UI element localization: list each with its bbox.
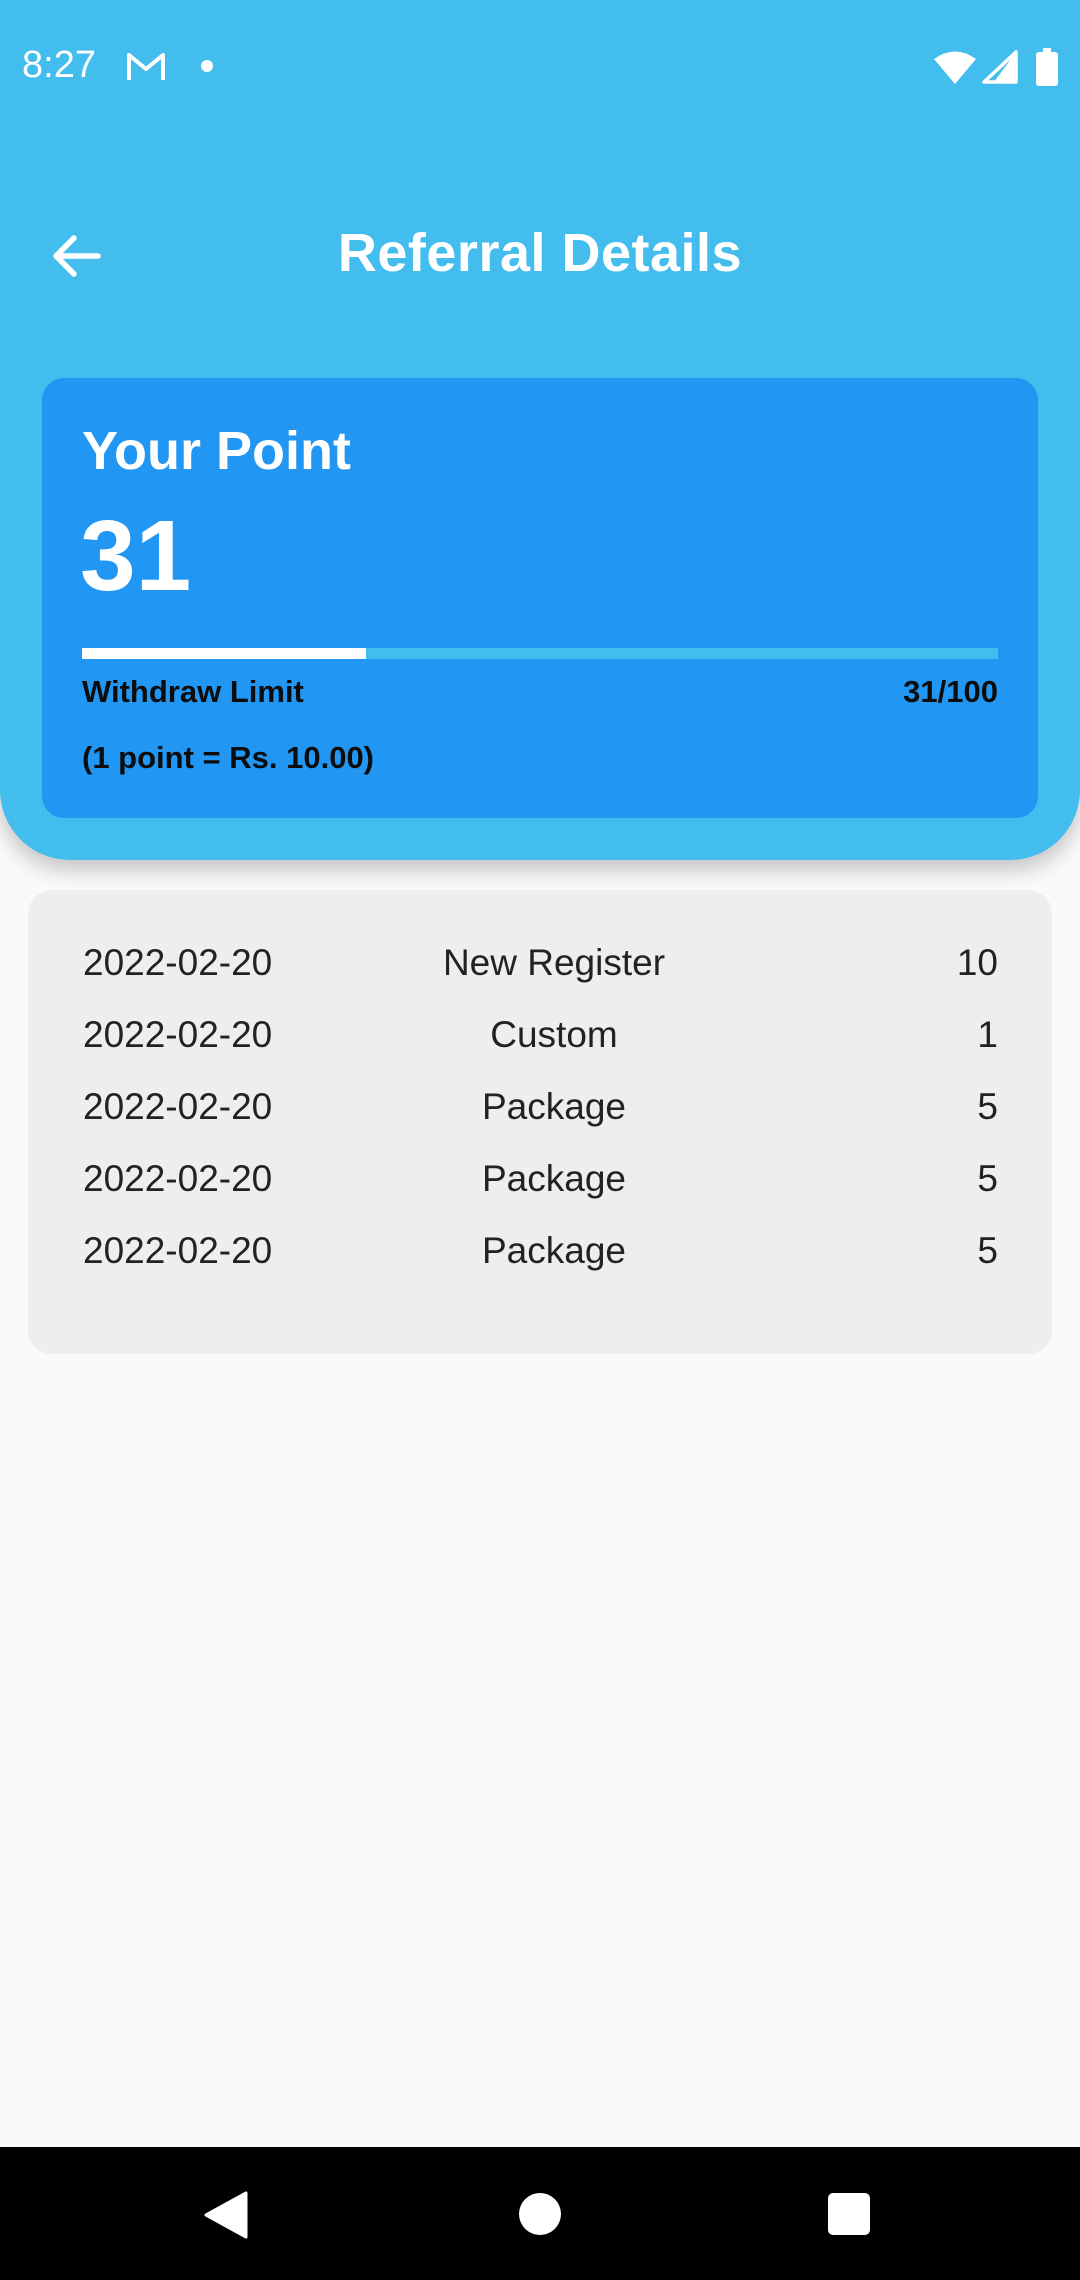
status-time: 8:27 bbox=[22, 44, 96, 86]
point-rate-note: (1 point = Rs. 10.00) bbox=[82, 740, 375, 775]
withdraw-limit-label: Withdraw Limit bbox=[82, 674, 304, 709]
history-date: 2022-02-20 bbox=[83, 942, 273, 983]
history-points: 10 bbox=[956, 942, 998, 983]
history-date: 2022-02-20 bbox=[83, 1158, 273, 1199]
back-triangle-icon[interactable] bbox=[204, 2191, 248, 2239]
history-type: Package bbox=[482, 1086, 626, 1127]
withdraw-limit-count: 31/100 bbox=[903, 674, 998, 709]
header-panel: 8:27 Referral Details Your Point 31 With… bbox=[0, 0, 1080, 860]
history-points: 5 bbox=[977, 1086, 998, 1127]
gmail-icon bbox=[127, 53, 165, 80]
system-nav-bar bbox=[0, 2147, 1080, 2280]
signal-icon bbox=[982, 50, 1018, 84]
point-heading: Your Point bbox=[82, 421, 351, 481]
recents-square-icon[interactable] bbox=[828, 2193, 870, 2235]
history-row: 2022-02-20 Package 5 bbox=[28, 1230, 1052, 1290]
wifi-icon bbox=[934, 51, 976, 84]
history-row: 2022-02-20 Package 5 bbox=[28, 1158, 1052, 1218]
history-points: 5 bbox=[977, 1158, 998, 1199]
referral-history-list: 2022-02-20 New Register 10 2022-02-20 Cu… bbox=[28, 890, 1052, 1354]
history-type: Custom bbox=[490, 1014, 618, 1055]
page-title: Referral Details bbox=[337, 223, 743, 283]
history-type: Package bbox=[482, 1158, 626, 1199]
status-bar: 8:27 bbox=[0, 0, 1080, 134]
withdraw-progress-bar bbox=[82, 648, 998, 659]
point-card: Your Point 31 Withdraw Limit 31/100 (1 p… bbox=[42, 378, 1038, 818]
history-row: 2022-02-20 Custom 1 bbox=[28, 1014, 1052, 1074]
history-points: 5 bbox=[977, 1230, 998, 1271]
history-date: 2022-02-20 bbox=[83, 1014, 273, 1055]
history-date: 2022-02-20 bbox=[83, 1230, 273, 1271]
history-points: 1 bbox=[977, 1014, 998, 1055]
history-type: Package bbox=[482, 1230, 626, 1271]
point-value: 31 bbox=[80, 500, 192, 612]
battery-icon bbox=[1036, 48, 1058, 86]
history-row: 2022-02-20 New Register 10 bbox=[28, 942, 1052, 1002]
withdraw-progress-fill bbox=[82, 648, 366, 659]
screen: 8:27 Referral Details Your Point 31 With… bbox=[0, 0, 1080, 2280]
home-circle-icon[interactable] bbox=[519, 2193, 561, 2235]
notification-dot-icon bbox=[201, 60, 213, 72]
history-date: 2022-02-20 bbox=[83, 1086, 273, 1127]
history-type: New Register bbox=[442, 942, 666, 983]
history-row: 2022-02-20 Package 5 bbox=[28, 1086, 1052, 1146]
